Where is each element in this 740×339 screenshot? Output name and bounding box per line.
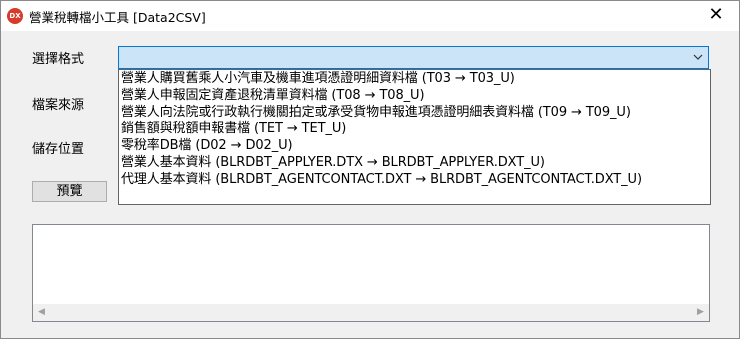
scroll-right-icon[interactable]: ▶ xyxy=(692,304,709,321)
close-button[interactable]: ✕ xyxy=(693,1,739,31)
dropdown-option-t03[interactable]: 營業人購買舊乘人小汽車及機車進項憑證明細資料檔 (T03 → T03_U) xyxy=(119,71,710,88)
dropdown-option-t08[interactable]: 營業人申報固定資產退稅清單資料檔 (T08 → T08_U) xyxy=(119,88,710,105)
format-label: 選擇格式 xyxy=(32,52,85,67)
format-dropdown-list[interactable]: 營業人購買舊乘人小汽車及機車進項憑證明細資料檔 (T03 → T03_U) 營業… xyxy=(118,69,711,205)
close-icon: ✕ xyxy=(708,4,724,25)
horizontal-scrollbar[interactable]: ◀ ▶ xyxy=(33,304,709,321)
dropdown-option-agentcontact[interactable]: 代理人基本資料 (BLRDBT_AGENTCONTACT.DXT → BLRDB… xyxy=(119,172,710,189)
dropdown-option-t09[interactable]: 營業人向法院或行政執行機關拍定或承受貨物申報進項憑證明細表資料檔 (T09 → … xyxy=(119,105,710,122)
dropdown-option-applyer[interactable]: 營業人基本資料 (BLRDBT_APPLYER.DTX → BLRDBT_APP… xyxy=(119,155,710,172)
scroll-left-icon[interactable]: ◀ xyxy=(33,304,50,321)
dropdown-option-tet[interactable]: 銷售額與稅額申報書檔 (TET → TET_U) xyxy=(119,121,710,138)
source-label: 檔案來源 xyxy=(32,98,85,113)
save-location-label: 儲存位置 xyxy=(32,142,85,157)
preview-textarea[interactable]: ◀ ▶ xyxy=(32,224,710,322)
preview-button[interactable]: 預覽 xyxy=(32,181,107,202)
dropdown-option-d02[interactable]: 零稅率DB檔 (D02 → D02_U) xyxy=(119,138,710,155)
title-bar[interactable]: DX 營業稅轉檔小工具 [Data2CSV] ✕ xyxy=(1,1,739,31)
format-select[interactable] xyxy=(118,46,709,69)
window-title: 營業稅轉檔小工具 [Data2CSV] xyxy=(29,10,206,25)
chevron-down-icon[interactable] xyxy=(692,51,704,63)
app-window: DX 營業稅轉檔小工具 [Data2CSV] ✕ 選擇格式 檔案來源 儲存位置 … xyxy=(0,0,740,339)
app-logo-icon: DX xyxy=(7,8,23,24)
